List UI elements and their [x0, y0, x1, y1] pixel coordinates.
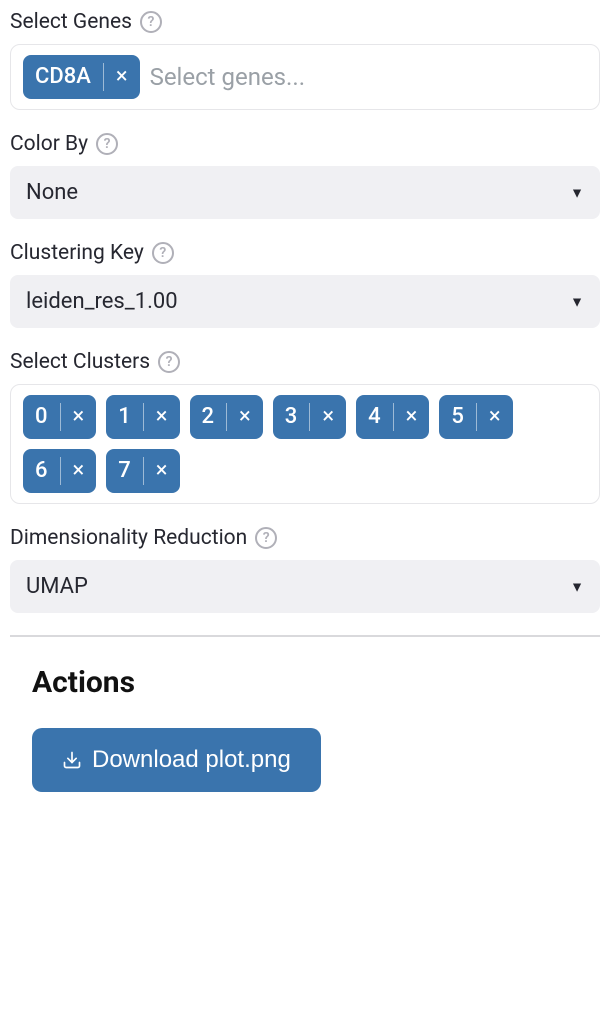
gene-chip-label: CD8A [23, 55, 103, 99]
dimred-select[interactable]: UMAP ▼ [10, 560, 600, 613]
label-row: Color By ? [10, 132, 600, 156]
chevron-down-icon: ▼ [570, 293, 584, 310]
help-icon[interactable]: ? [158, 351, 180, 373]
dimred-label: Dimensionality Reduction [10, 526, 247, 550]
cluster-chip-label: 3 [273, 395, 310, 439]
cluster-chip: 0× [23, 395, 96, 439]
select-genes-label: Select Genes [10, 10, 132, 34]
genes-multiselect[interactable]: CD8A× Select genes... [10, 44, 600, 110]
field-select-genes: Select Genes ? CD8A× Select genes... [10, 10, 600, 110]
close-icon[interactable]: × [61, 395, 97, 439]
cluster-chip: 4× [356, 395, 429, 439]
cluster-chip: 3× [273, 395, 346, 439]
cluster-chip-label: 1 [106, 395, 143, 439]
field-select-clusters: Select Clusters ? 0×1×2×3×4×5×6×7× [10, 350, 600, 504]
clustering-key-value: leiden_res_1.00 [26, 289, 178, 314]
cluster-chip: 6× [23, 449, 96, 493]
help-icon[interactable]: ? [140, 11, 162, 33]
field-color-by: Color By ? None ▼ [10, 132, 600, 219]
chevron-down-icon: ▼ [570, 578, 584, 595]
download-plot-button[interactable]: Download plot.png [32, 728, 321, 792]
cluster-chip: 2× [190, 395, 263, 439]
download-icon [62, 750, 82, 770]
cluster-chip-label: 7 [106, 449, 143, 493]
cluster-chip: 1× [106, 395, 179, 439]
label-row: Dimensionality Reduction ? [10, 526, 600, 550]
close-icon[interactable]: × [394, 395, 430, 439]
close-icon[interactable]: × [477, 395, 513, 439]
close-icon[interactable]: × [104, 55, 140, 99]
cluster-chip-label: 0 [23, 395, 60, 439]
actions-heading: Actions [10, 665, 600, 700]
clustering-key-select[interactable]: leiden_res_1.00 ▼ [10, 275, 600, 328]
cluster-chip: 7× [106, 449, 179, 493]
dimred-value: UMAP [26, 574, 88, 599]
label-row: Select Clusters ? [10, 350, 600, 374]
color-by-label: Color By [10, 132, 88, 156]
label-row: Clustering Key ? [10, 241, 600, 265]
close-icon[interactable]: × [61, 449, 97, 493]
close-icon[interactable]: × [144, 449, 180, 493]
help-icon[interactable]: ? [152, 242, 174, 264]
cluster-chip-label: 4 [356, 395, 393, 439]
close-icon[interactable]: × [227, 395, 263, 439]
label-row: Select Genes ? [10, 10, 600, 34]
help-icon[interactable]: ? [255, 527, 277, 549]
select-clusters-label: Select Clusters [10, 350, 150, 374]
close-icon[interactable]: × [310, 395, 346, 439]
cluster-chip: 5× [439, 395, 512, 439]
color-by-select[interactable]: None ▼ [10, 166, 600, 219]
cluster-chip-label: 5 [439, 395, 476, 439]
divider [10, 635, 600, 637]
field-clustering-key: Clustering Key ? leiden_res_1.00 ▼ [10, 241, 600, 328]
field-dimred: Dimensionality Reduction ? UMAP ▼ [10, 526, 600, 613]
color-by-value: None [26, 180, 78, 205]
download-button-label: Download plot.png [92, 746, 291, 774]
genes-placeholder: Select genes... [150, 63, 305, 91]
chevron-down-icon: ▼ [570, 184, 584, 201]
cluster-chip-label: 2 [190, 395, 227, 439]
help-icon[interactable]: ? [96, 133, 118, 155]
clusters-multiselect[interactable]: 0×1×2×3×4×5×6×7× [10, 384, 600, 504]
gene-chip: CD8A× [23, 55, 140, 99]
clustering-key-label: Clustering Key [10, 241, 144, 265]
cluster-chip-label: 6 [23, 449, 60, 493]
close-icon[interactable]: × [144, 395, 180, 439]
